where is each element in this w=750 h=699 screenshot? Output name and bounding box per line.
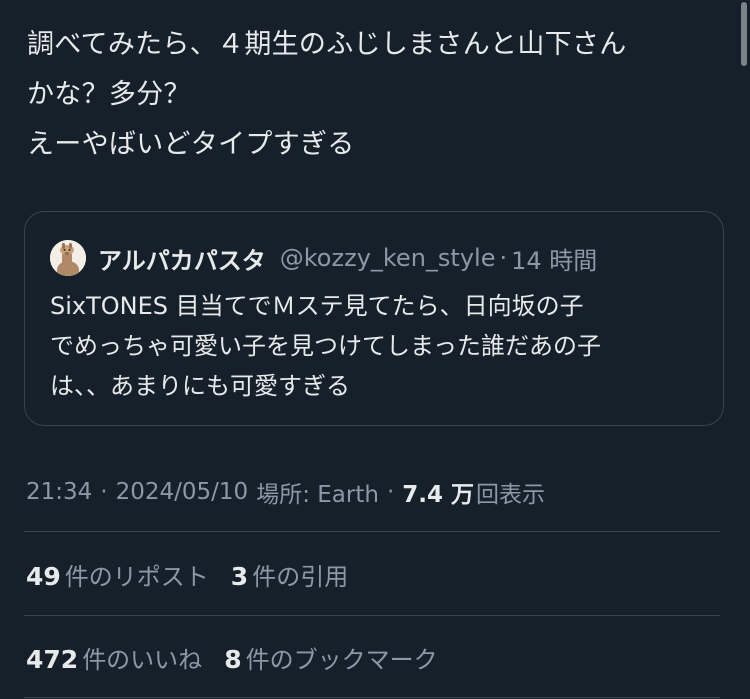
tweet-detail-page: 調べてみたら、４期生のふじしまさんと山下さん かな？多分？ えーやばいどタイプす…	[0, 0, 750, 699]
separator-dot: ·	[499, 244, 508, 272]
tweet-time[interactable]: 21:34	[26, 479, 92, 505]
quotes-count: 3	[230, 561, 249, 591]
bookmarks-stat[interactable]: 8 件のブックマーク	[224, 640, 437, 675]
bookmarks-label: 件のブックマーク	[245, 645, 438, 674]
views-count[interactable]: 7.4 万	[402, 475, 474, 509]
tweet-metadata: 21:34 · 2024/05/10 場所: Earth · 7.4 万 回表示	[26, 472, 545, 512]
quotes-label: 件の引用	[252, 562, 349, 591]
tweet-text-line: かな？多分？	[27, 79, 191, 110]
reposts-count: 49	[26, 561, 61, 591]
divider	[24, 697, 720, 698]
quote-timestamp[interactable]: 14 時間	[511, 241, 597, 276]
quotes-stat[interactable]: 3 件の引用	[231, 557, 348, 592]
quote-author-handle[interactable]: @kozzy_ken_style	[280, 244, 496, 272]
separator-dot: ·	[100, 479, 108, 505]
tweet-text: 調べてみたら、４期生のふじしまさんと山下さん かな？多分？ えーやばいどタイプす…	[27, 20, 727, 170]
scrollbar[interactable]	[741, 2, 747, 66]
views-label: 回表示	[476, 482, 546, 508]
separator-dot: ·	[386, 479, 395, 505]
quote-tweet-card[interactable]: アルパカパスタ @kozzy_ken_style · 14 時間 SixTONE…	[24, 211, 724, 426]
divider	[24, 615, 720, 616]
quote-text-line: SixTONES 目当てでＭステ見てたら、日向坂の子	[50, 292, 584, 320]
likes-count: 472	[26, 644, 79, 674]
tweet-text-line: えーやばいどタイプすぎる	[27, 129, 355, 160]
tweet-date[interactable]: 2024/05/10	[116, 479, 249, 505]
quote-tweet-text: SixTONES 目当てでＭステ見てたら、日向坂の子 でめっちゃ可愛い子を見つけ…	[50, 286, 710, 406]
reposts-label: 件のリポスト	[64, 562, 209, 591]
quote-tweet-header: アルパカパスタ @kozzy_ken_style · 14 時間	[50, 240, 597, 276]
quote-text-line: でめっちゃ可愛い子を見つけてしまった誰だあの子	[50, 332, 602, 360]
stats-row-reposts: 49 件のリポスト 3 件の引用	[26, 554, 370, 594]
divider	[24, 531, 720, 532]
likes-stat[interactable]: 472 件のいいね	[26, 640, 202, 675]
quote-text-line: は、、あまりにも可愛すぎる	[50, 372, 350, 400]
bookmarks-count: 8	[224, 644, 242, 674]
quote-author-name[interactable]: アルパカパスタ	[98, 241, 266, 276]
alpaca-avatar-icon[interactable]	[50, 240, 86, 276]
tweet-text-line: 調べてみたら、４期生のふじしまさんと山下さん	[27, 29, 627, 60]
reposts-stat[interactable]: 49 件のリポスト	[26, 557, 209, 592]
stats-row-likes: 472 件のいいね 8 件のブックマーク	[26, 637, 460, 677]
likes-label: 件のいいね	[82, 645, 203, 674]
tweet-location: 場所: Earth	[256, 482, 379, 508]
